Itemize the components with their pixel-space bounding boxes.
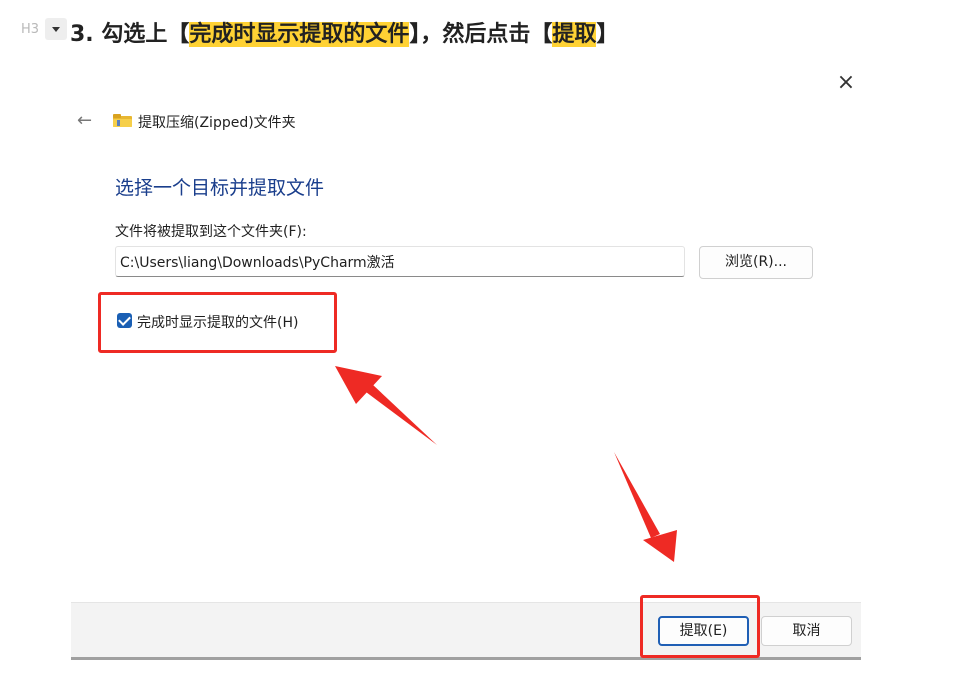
annotation-arrow-to-extract — [614, 452, 677, 562]
annotation-arrow-to-checkbox — [335, 366, 437, 445]
annotation-arrows — [335, 366, 677, 562]
